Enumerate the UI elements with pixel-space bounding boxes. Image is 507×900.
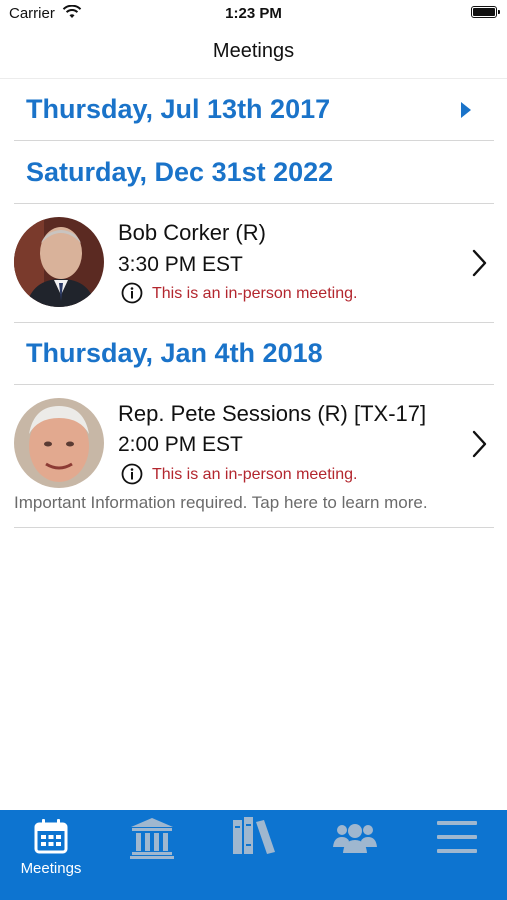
- important-info-link[interactable]: Important Information required. Tap here…: [14, 493, 428, 513]
- status-time: 1:23 PM: [225, 5, 282, 22]
- tab-library[interactable]: [203, 810, 304, 900]
- expand-triangle-icon[interactable]: [461, 102, 471, 118]
- divider: [14, 140, 494, 141]
- attendee-name: Rep. Pete Sessions (R) [TX-17]: [118, 401, 427, 426]
- tab-congress[interactable]: [102, 810, 203, 900]
- calendar-icon: [34, 819, 68, 854]
- meeting-note: This is an in-person meeting.: [152, 466, 358, 483]
- tab-bar: Meetings: [0, 810, 507, 900]
- tab-menu[interactable]: [406, 810, 507, 900]
- avatar: [14, 217, 104, 307]
- hamburger-menu-icon: [437, 821, 477, 853]
- attendee-name: Bob Corker (R): [118, 220, 266, 245]
- tab-meetings[interactable]: Meetings: [0, 810, 102, 900]
- nav-divider: [0, 78, 507, 79]
- status-bar: Carrier 1:23 PM: [0, 0, 507, 28]
- chevron-right-icon[interactable]: [470, 248, 488, 278]
- tab-groups[interactable]: [304, 810, 406, 900]
- section-header-dec-31: Saturday, Dec 31st 2022: [26, 157, 334, 187]
- info-icon: [121, 463, 143, 485]
- capitol-building-icon: [130, 818, 174, 859]
- divider: [14, 322, 494, 323]
- battery-icon: [471, 6, 500, 18]
- avatar: [14, 398, 104, 488]
- meeting-row-bob-corker[interactable]: Bob Corker (R) 3:30 PM EST This is an in…: [0, 204, 507, 322]
- chevron-right-icon[interactable]: [470, 429, 488, 459]
- divider: [14, 527, 494, 528]
- tab-label: Meetings: [20, 860, 82, 877]
- meeting-time: 2:00 PM EST: [118, 433, 243, 456]
- page-title: Meetings: [212, 40, 295, 62]
- section-header-jul-13[interactable]: Thursday, Jul 13th 2017: [26, 94, 330, 125]
- meeting-time: 3:30 PM EST: [118, 253, 243, 276]
- section-header-jan-4: Thursday, Jan 4th 2018: [26, 338, 323, 368]
- meeting-note: This is an in-person meeting.: [152, 285, 358, 302]
- info-icon: [121, 282, 143, 304]
- books-icon: [233, 817, 275, 854]
- group-icon: [333, 824, 377, 853]
